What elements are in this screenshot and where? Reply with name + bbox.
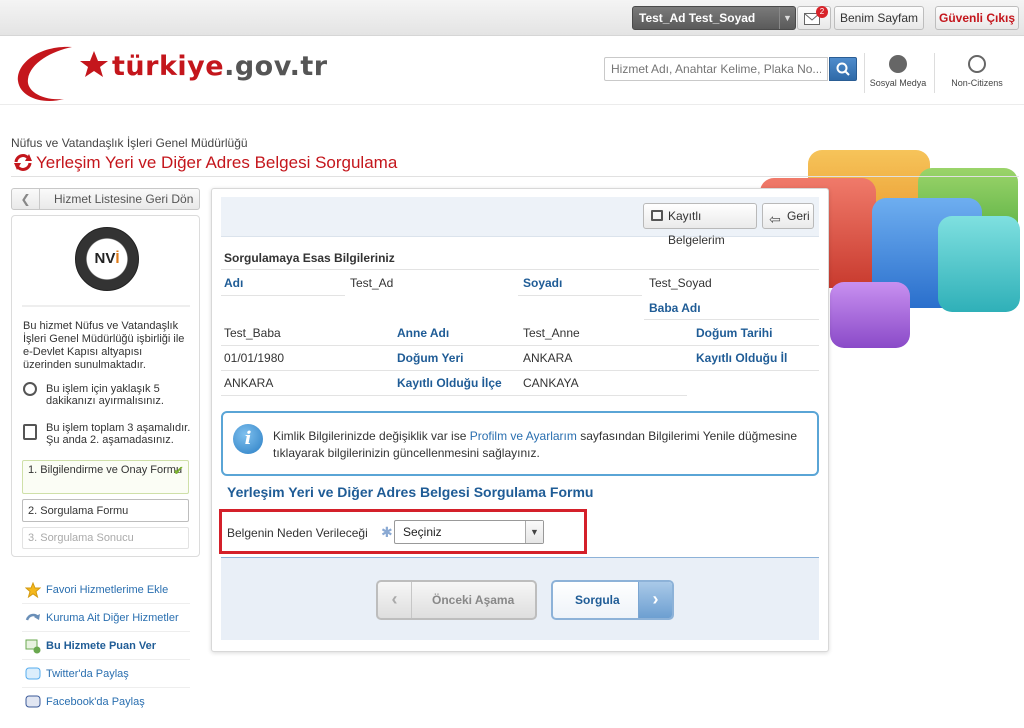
row-divider: [221, 269, 819, 270]
decorative-bubble-purple: [830, 282, 910, 348]
submit-query-label: Sorgula: [575, 593, 620, 607]
previous-step-button[interactable]: ‹ Önceki Aşama: [376, 580, 537, 620]
site-header: türkiye.gov.tr Sosyal Medya Non-Citizens: [0, 37, 1024, 105]
info-alert-text: Kimlik Bilgilerinizde değişiklik var ise…: [273, 429, 798, 460]
logout-button[interactable]: Güvenli Çıkış: [935, 6, 1019, 30]
add-to-favorites-link[interactable]: Favori Hizmetlerime Ekle: [22, 576, 190, 604]
search-button[interactable]: [829, 57, 857, 81]
back-button[interactable]: ⇦ Geri: [762, 203, 814, 229]
document-reason-label: Belgenin Neden Verileceği: [227, 526, 368, 540]
arrow-icon: [25, 613, 40, 621]
arrow-left-icon: ⇦: [769, 211, 781, 227]
search-icon: [836, 62, 850, 76]
first-name-value: Test_Ad: [350, 276, 394, 290]
mother-name-label: Anne Adı: [397, 326, 450, 340]
first-name-label: Adı: [224, 276, 244, 290]
site-logo-text[interactable]: türkiye.gov.tr: [112, 51, 328, 82]
previous-step-label: Önceki Aşama: [432, 593, 515, 607]
search-input[interactable]: [604, 57, 828, 81]
document-reason-select[interactable]: Seçiniz ▼: [394, 520, 544, 544]
document-icon: [651, 210, 663, 221]
profile-settings-link[interactable]: Profilm ve Ayarlarım: [470, 429, 577, 443]
info-section-heading: Sorgulamaya Esas Bilgileriniz: [224, 251, 395, 265]
crescent-star-logo-icon[interactable]: [12, 41, 112, 105]
required-star-icon: ✱: [381, 524, 393, 540]
rate-service-link[interactable]: Bu Hizmete Puan Ver: [22, 632, 190, 660]
row-divider: [644, 319, 819, 320]
user-menu-button[interactable]: Test_Ad Test_Soyad ▼: [632, 6, 796, 30]
service-description: Bu hizmet Nüfus ve Vatandaşlık İşleri Ge…: [23, 320, 185, 371]
twitter-icon: [25, 667, 41, 680]
message-count-badge: 2: [816, 6, 828, 18]
organization-name: Nüfus ve Vatandaşlık İşleri Genel Müdürl…: [11, 136, 248, 150]
clock-icon: [23, 382, 37, 396]
row-divider: [221, 295, 345, 296]
share-twitter-link[interactable]: Twitter'da Paylaş: [22, 660, 190, 688]
birth-date-label: Doğum Tarihi: [696, 326, 773, 340]
back-label: Geri: [787, 209, 810, 223]
step-1-info-approval: 1. Bilgilendirme ve Onay Formu ✔: [22, 460, 189, 494]
title-divider: [11, 176, 1019, 177]
mother-name-value: Test_Anne: [523, 326, 580, 340]
user-name: Test_Ad Test_Soyad: [639, 11, 756, 25]
back-to-service-list-label: Hizmet Listesine Geri Dön: [54, 192, 194, 206]
chevron-down-icon[interactable]: ▼: [779, 7, 795, 29]
last-name-label: Soyadı: [523, 276, 563, 290]
messages-button[interactable]: 2: [797, 6, 831, 30]
my-page-button[interactable]: Benim Sayfam: [834, 6, 924, 30]
social-media-label[interactable]: Sosyal Medya: [866, 78, 930, 88]
steps-info-text: Bu işlem toplam 3 aşamalıdır. Şu anda 2.…: [46, 422, 191, 446]
father-name-label: Baba Adı: [649, 301, 701, 315]
decorative-bubble-teal: [938, 216, 1020, 312]
chevron-left-icon: ‹: [378, 582, 412, 618]
step-2-query-form: 2. Sorgulama Formu: [22, 499, 189, 522]
page-title: Yerleşim Yeri ve Diğer Adres Belgesi Sor…: [36, 153, 398, 172]
registered-province-value: ANKARA: [224, 376, 274, 390]
sidebar-divider: [22, 305, 190, 307]
registered-district-value: CANKAYA: [523, 376, 579, 390]
checkmark-icon: ✔: [173, 463, 184, 478]
selected-option: Seçiniz: [403, 525, 442, 539]
rate-icon: [25, 639, 41, 654]
saved-documents-label: Kayıtlı Belgelerim: [668, 209, 725, 247]
registered-district-label: Kayıtlı Olduğu İlçe: [397, 376, 502, 390]
row-divider: [221, 345, 819, 346]
non-citizens-label[interactable]: Non-Citizens: [944, 78, 1010, 88]
chevron-right-icon: ›: [638, 582, 672, 618]
row-divider: [221, 395, 687, 396]
estimated-time-text: Bu işlem için yaklaşık 5 dakikanızı ayır…: [46, 383, 164, 407]
list-icon: [23, 424, 37, 440]
star-icon: [25, 582, 41, 598]
birth-place-label: Doğum Yeri: [397, 351, 464, 365]
refresh-arrows-icon: [14, 154, 32, 171]
share-facebook-link[interactable]: Facebook'da Paylaş: [22, 688, 190, 716]
back-to-service-list-button[interactable]: ❮ Hizmet Listesine Geri Dön: [11, 188, 200, 210]
step-3-query-result: 3. Sorgulama Sonucu: [22, 527, 189, 549]
share-icon[interactable]: [889, 55, 907, 73]
info-icon: i: [233, 424, 263, 454]
father-name-value: Test_Baba: [224, 326, 281, 340]
row-divider: [518, 295, 642, 296]
form-title: Yerleşim Yeri ve Diğer Adres Belgesi Sor…: [227, 484, 594, 500]
last-name-value: Test_Soyad: [649, 276, 712, 290]
saved-documents-button[interactable]: Kayıtlı Belgelerim: [643, 203, 757, 247]
chevron-left-icon: ❮: [12, 189, 40, 209]
row-divider: [221, 370, 819, 371]
globe-icon[interactable]: [968, 55, 986, 73]
submit-query-button[interactable]: Sorgula ›: [551, 580, 674, 620]
registered-province-label: Kayıtlı Olduğu İl: [696, 351, 788, 365]
birth-place-value: ANKARA: [523, 351, 573, 365]
step-label: 1. Bilgilendirme ve Onay Formu: [28, 464, 183, 476]
birth-date-value: 01/01/1980: [224, 351, 285, 365]
nvi-logo-text: NVİ: [94, 250, 120, 267]
facebook-icon: [25, 695, 41, 708]
chevron-down-icon[interactable]: ▼: [525, 521, 543, 543]
other-institution-services-link[interactable]: Kuruma Ait Diğer Hizmetler: [22, 604, 190, 632]
